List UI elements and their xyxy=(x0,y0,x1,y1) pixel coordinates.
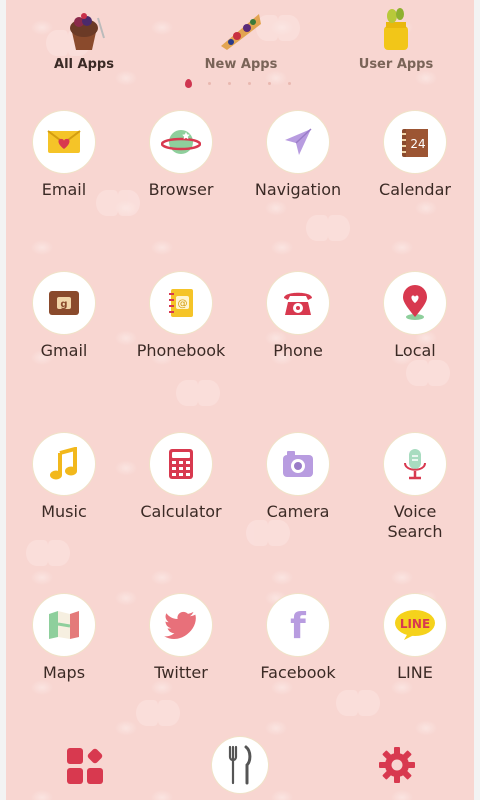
app-icon-frame: @ xyxy=(147,269,215,337)
fork-knife-button[interactable] xyxy=(209,734,271,796)
app-icon-frame: f xyxy=(264,591,332,659)
tab-user-apps[interactable]: User Apps xyxy=(341,0,451,78)
app-icon-frame xyxy=(264,108,332,176)
app-label: Local xyxy=(394,341,436,360)
app-label: Phonebook xyxy=(136,341,226,360)
gear-icon[interactable] xyxy=(378,746,416,784)
app-twitter[interactable]: Twitter xyxy=(123,591,239,683)
app-label: Phone xyxy=(273,341,323,360)
calendar-icon: 24 xyxy=(402,129,428,157)
fork-knife-icon xyxy=(228,745,252,785)
music-note-icon xyxy=(50,447,77,480)
cupcake-icon xyxy=(70,13,105,50)
folded-map-icon xyxy=(49,611,79,639)
svg-text:g: g xyxy=(60,299,67,310)
facebook-f-icon: f xyxy=(290,607,306,643)
planet-icon xyxy=(161,130,201,154)
line-bubble-icon: LINE xyxy=(395,610,435,640)
map-pin-heart-icon xyxy=(403,285,427,320)
app-icon-frame xyxy=(381,430,449,498)
dock-icon-frame xyxy=(209,734,271,796)
app-label: Gmail xyxy=(40,341,88,360)
app-voice-search[interactable]: Voice Search xyxy=(357,430,473,542)
page-dot xyxy=(268,82,271,85)
app-label: LINE xyxy=(397,663,433,682)
app-icon-frame xyxy=(147,108,215,176)
app-navigation[interactable]: Navigation xyxy=(240,108,356,200)
address-book-icon: @ xyxy=(169,289,193,317)
app-icon-frame xyxy=(30,430,98,498)
app-label: Calendar xyxy=(379,180,451,199)
app-icon-frame: g xyxy=(30,269,98,337)
app-label: Browser xyxy=(148,180,214,199)
page-dot xyxy=(288,82,291,85)
page-dot xyxy=(208,82,211,85)
app-music[interactable]: Music xyxy=(6,430,122,522)
rotary-phone-icon xyxy=(284,292,312,315)
calculator-icon xyxy=(169,449,193,479)
microphone-icon xyxy=(404,449,426,480)
app-label: Camera xyxy=(266,502,330,521)
tart-slice-icon xyxy=(221,14,261,50)
tab-label: User Apps xyxy=(358,57,434,72)
page-dot xyxy=(248,82,251,85)
svg-text:@: @ xyxy=(178,299,188,310)
app-label: Music xyxy=(41,502,87,521)
page-dot-active xyxy=(185,79,192,88)
app-icon-frame xyxy=(30,108,98,176)
app-icon-frame: LINE xyxy=(381,591,449,659)
app-icon-frame: 24 xyxy=(381,108,449,176)
app-phone[interactable]: Phone xyxy=(240,269,356,361)
app-browser[interactable]: Browser xyxy=(123,108,239,200)
app-label: Email xyxy=(41,180,87,199)
camera-icon xyxy=(283,451,313,477)
bird-icon xyxy=(164,611,196,640)
app-line[interactable]: LINE LINE xyxy=(357,591,473,683)
page-indicator xyxy=(180,79,300,89)
app-facebook[interactable]: f Facebook xyxy=(240,591,356,683)
svg-text:LINE: LINE xyxy=(400,617,430,631)
app-calendar[interactable]: 24 Calendar xyxy=(357,108,473,200)
app-label: Navigation xyxy=(254,180,342,199)
lemon-jar-icon xyxy=(384,8,408,50)
app-label: Calculator xyxy=(140,502,222,521)
app-icon-frame xyxy=(264,430,332,498)
right-edge xyxy=(474,0,480,800)
app-icon-frame xyxy=(381,269,449,337)
envelope-heart-icon xyxy=(47,130,81,153)
app-phonebook[interactable]: @ Phonebook xyxy=(123,269,239,361)
gmail-g-icon: g xyxy=(49,291,79,315)
app-icon-frame xyxy=(147,430,215,498)
app-label: Facebook xyxy=(260,663,336,682)
app-label: Twitter xyxy=(154,663,208,682)
app-icon-frame xyxy=(264,269,332,337)
tab-all-apps[interactable]: All Apps xyxy=(29,0,139,78)
app-tabs: All Apps New Apps User Apps xyxy=(6,0,474,78)
svg-text:f: f xyxy=(290,607,306,643)
app-camera[interactable]: Camera xyxy=(240,430,356,522)
app-label: Voice Search xyxy=(387,502,443,541)
app-drawer-grid-icon[interactable] xyxy=(67,747,104,784)
app-label: Maps xyxy=(42,663,86,682)
arrow-pointer-icon xyxy=(285,128,312,155)
tab-label: New Apps xyxy=(204,57,278,72)
page-dot xyxy=(228,82,231,85)
app-local[interactable]: Local xyxy=(357,269,473,361)
svg-text:24: 24 xyxy=(410,137,425,151)
app-email[interactable]: Email xyxy=(6,108,122,200)
tab-label: All Apps xyxy=(54,57,114,72)
tab-new-apps[interactable]: New Apps xyxy=(186,0,296,78)
app-maps[interactable]: Maps xyxy=(6,591,122,683)
app-icon-frame xyxy=(30,591,98,659)
app-gmail[interactable]: g Gmail xyxy=(6,269,122,361)
app-icon-frame xyxy=(147,591,215,659)
app-calculator[interactable]: Calculator xyxy=(123,430,239,522)
